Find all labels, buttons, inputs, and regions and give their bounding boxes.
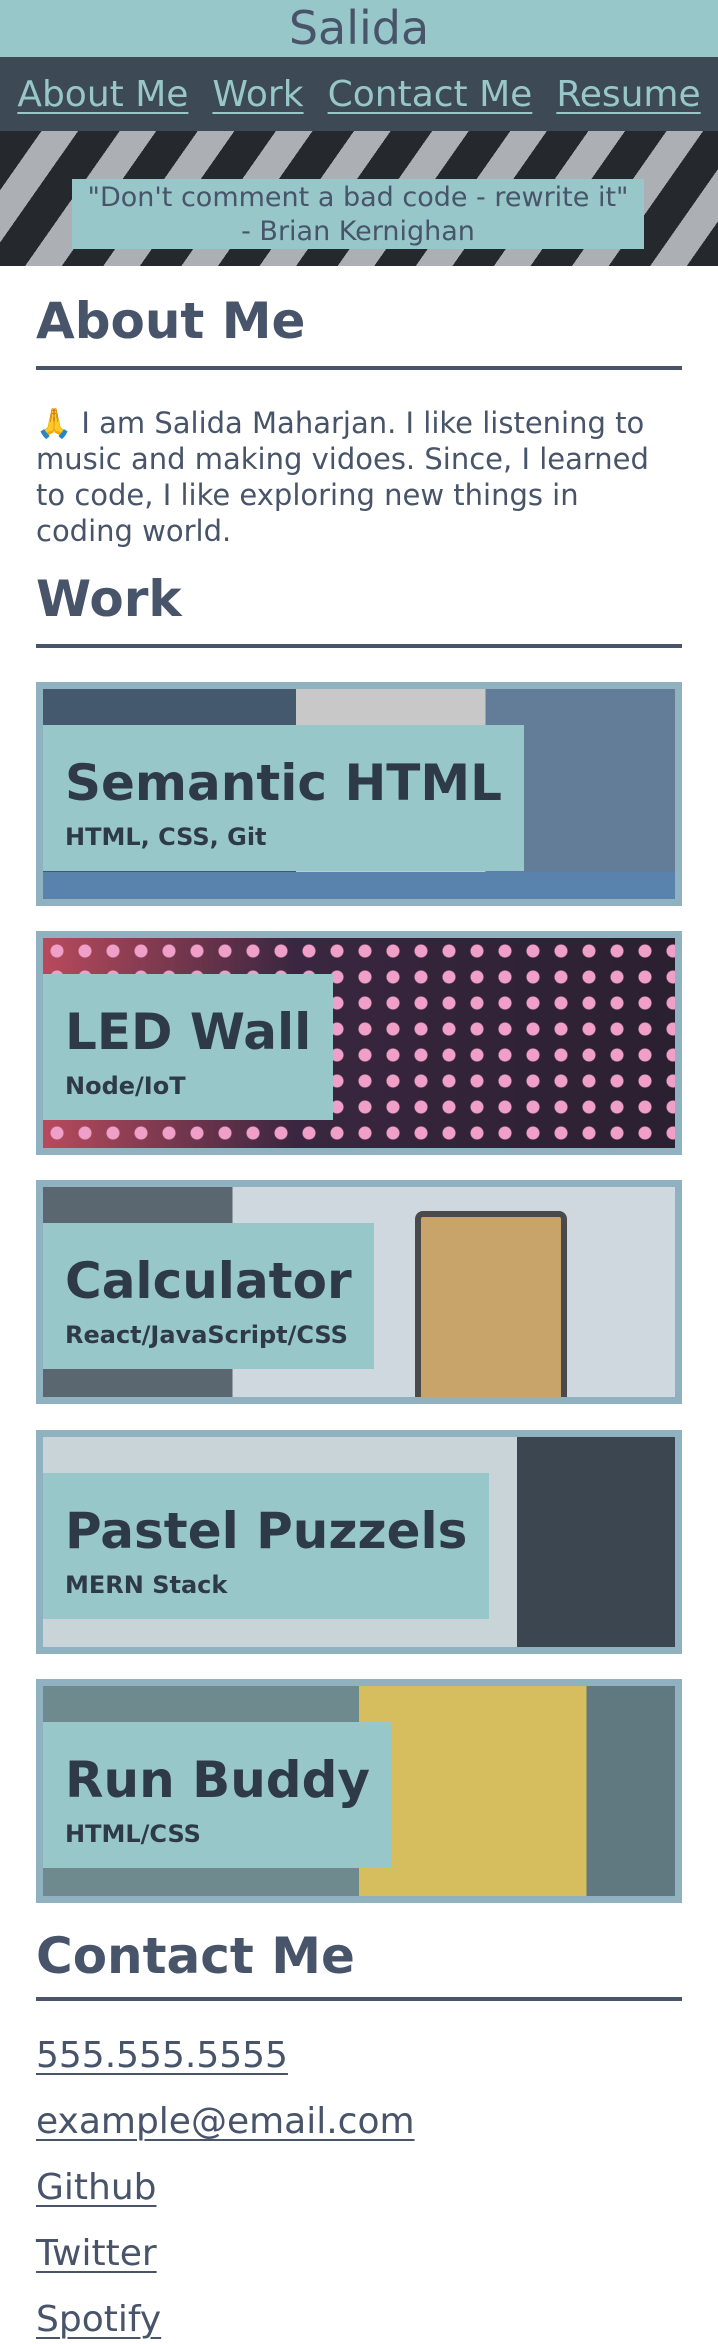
project-label: Calculator React/JavaScript/CSS <box>43 1223 374 1369</box>
nav-link-resume[interactable]: Resume <box>556 74 700 115</box>
project-tech: MERN Stack <box>65 1571 228 1599</box>
hero-banner: "Don't comment a bad code - rewrite it" … <box>0 131 718 266</box>
project-title: Run Buddy <box>65 1751 370 1809</box>
contact-spotify-link[interactable]: Spotify <box>36 2299 161 2340</box>
project-title: Pastel Puzzels <box>65 1502 468 1560</box>
prayer-hands-icon: 🙏 <box>36 406 73 440</box>
project-title: LED Wall <box>65 1003 312 1061</box>
project-card-semantic-html[interactable]: Semantic HTML HTML, CSS, Git <box>36 682 682 906</box>
site-header: Salida <box>0 0 718 57</box>
project-tech: HTML/CSS <box>65 1820 201 1848</box>
work-heading: Work <box>36 570 682 648</box>
project-card-calculator[interactable]: Calculator React/JavaScript/CSS <box>36 1180 682 1404</box>
about-heading: About Me <box>36 292 682 370</box>
project-title: Calculator <box>65 1252 352 1310</box>
hero-quote: "Don't comment a bad code - rewrite it" … <box>72 179 644 249</box>
contact-heading: Contact Me <box>36 1927 682 2001</box>
project-tech: Node/IoT <box>65 1072 186 1100</box>
about-text: 🙏 I am Salida Maharjan. I like listening… <box>36 405 682 549</box>
project-label: Run Buddy HTML/CSS <box>43 1722 392 1868</box>
contact-github-link[interactable]: Github <box>36 2167 157 2208</box>
project-title: Semantic HTML <box>65 754 503 812</box>
project-tech: React/JavaScript/CSS <box>65 1321 348 1349</box>
contact-twitter-link[interactable]: Twitter <box>36 2233 157 2274</box>
project-label: Pastel Puzzels MERN Stack <box>43 1473 490 1619</box>
nav-link-about[interactable]: About Me <box>17 74 188 115</box>
main-nav: About Me Work Contact Me Resume <box>0 57 718 131</box>
project-label: LED Wall Node/IoT <box>43 974 334 1120</box>
contact-phone-link[interactable]: 555.555.5555 <box>36 2035 288 2076</box>
project-card-led-wall[interactable]: LED Wall Node/IoT <box>36 931 682 1155</box>
project-card-pastel-puzzels[interactable]: Pastel Puzzels MERN Stack <box>36 1430 682 1654</box>
about-body: I am Salida Maharjan. I like listening t… <box>36 406 649 548</box>
project-tech: HTML, CSS, Git <box>65 823 267 851</box>
quote-text: "Don't comment a bad code - rewrite it" <box>87 182 629 213</box>
nav-link-work[interactable]: Work <box>212 74 303 115</box>
project-label: Semantic HTML HTML, CSS, Git <box>43 725 525 871</box>
project-card-run-buddy[interactable]: Run Buddy HTML/CSS <box>36 1679 682 1903</box>
site-title: Salida <box>288 1 430 55</box>
nav-link-contact[interactable]: Contact Me <box>328 74 533 115</box>
contact-email-link[interactable]: example@email.com <box>36 2101 415 2142</box>
quote-author: - Brian Kernighan <box>241 216 475 247</box>
